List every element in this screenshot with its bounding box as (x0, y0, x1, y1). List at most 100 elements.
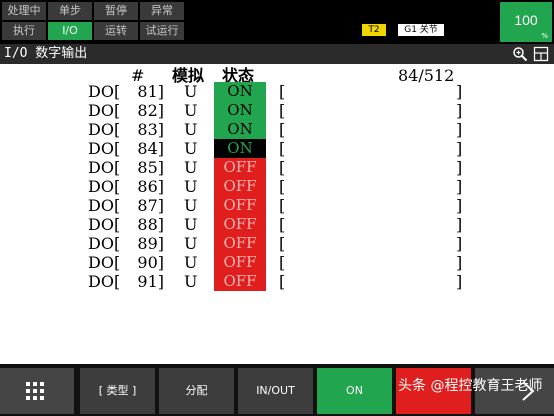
status-bar: 处理中 单步 暂停 异常 执行 I/O 运转 试运行 T2 G1 关节 100 … (0, 0, 554, 44)
menu-button[interactable] (0, 368, 74, 414)
comment-close-bracket: ] (456, 253, 463, 272)
io-number: 89] (137, 234, 164, 253)
io-prefix: DO[ (88, 196, 121, 215)
io-sim-flag: U (184, 82, 198, 101)
io-state-cell[interactable]: OFF (214, 158, 266, 177)
io-prefix: DO[ (88, 139, 121, 158)
comment-open-bracket: [ (279, 272, 286, 291)
comment-close-bracket: ] (456, 158, 463, 177)
in-out-button[interactable]: IN/OUT (238, 368, 313, 414)
zoom-icon[interactable] (512, 46, 528, 62)
override-unit: % (541, 32, 548, 40)
io-row[interactable]: DO[90] U OFF [] (0, 253, 554, 272)
io-prefix: DO[ (88, 253, 121, 272)
comment-close-bracket: ] (456, 272, 463, 291)
io-number: 88] (137, 215, 164, 234)
io-state-cell[interactable]: OFF (214, 177, 266, 196)
io-number: 90] (137, 253, 164, 272)
io-sim-flag: U (184, 120, 198, 139)
io-number: 91] (137, 272, 164, 291)
comment-open-bracket: [ (279, 234, 286, 253)
mode-badge: T2 (362, 24, 386, 36)
io-prefix: DO[ (88, 177, 121, 196)
io-row[interactable]: DO[ 86] U OFF [] (0, 177, 554, 196)
comment-close-bracket: ] (456, 101, 463, 120)
io-state-cell[interactable]: OFF (214, 234, 266, 253)
type-button[interactable]: [ 类型 ] (80, 368, 155, 414)
status-run: 执行 (2, 22, 46, 40)
io-row[interactable]: DO[ 89] U OFF [] (0, 234, 554, 253)
io-state-cell[interactable]: ON (214, 139, 266, 158)
io-state-cell[interactable]: OFF (214, 272, 266, 291)
io-sim-flag: U (184, 101, 198, 120)
io-number: 81] (137, 82, 164, 101)
speed-override-button[interactable]: 100 % (500, 2, 552, 42)
comment-open-bracket: [ (279, 177, 286, 196)
status-test-cycle: 试运行 (140, 22, 184, 40)
comment-open-bracket: [ (279, 120, 286, 139)
io-sim-flag: U (184, 234, 198, 253)
io-row[interactable]: DO[ 85] U OFF [] (0, 158, 554, 177)
comment-close-bracket: ] (456, 215, 463, 234)
io-sim-flag: U (184, 139, 198, 158)
status-prod: 运转 (94, 22, 138, 40)
io-prefix: DO[ (88, 215, 121, 234)
comment-open-bracket: [ (279, 215, 286, 234)
comment-close-bracket: ] (456, 120, 463, 139)
io-row[interactable]: DO[84] U ON [] (0, 139, 554, 158)
io-number: 82] (137, 101, 164, 120)
group-coord-badge: G1 关节 (398, 24, 444, 36)
io-row[interactable]: DO[ 88] U OFF [] (0, 215, 554, 234)
io-state-cell[interactable]: ON (214, 82, 266, 101)
grid-icon (26, 382, 44, 400)
io-state-cell[interactable]: OFF (214, 215, 266, 234)
assign-button[interactable]: 分配 (159, 368, 234, 414)
io-sim-flag: U (184, 158, 198, 177)
io-number: 86] (137, 177, 164, 196)
io-row[interactable]: DO[ 91] U OFF [] (0, 272, 554, 291)
comment-close-bracket: ] (456, 177, 463, 196)
screen-title-bar: I/O 数字输出 (0, 44, 554, 64)
io-state-cell[interactable]: OFF (214, 196, 266, 215)
io-sim-flag: U (184, 196, 198, 215)
status-hold: 暂停 (94, 2, 138, 20)
comment-open-bracket: [ (279, 253, 286, 272)
io-state-cell[interactable]: OFF (214, 253, 266, 272)
io-number: 83] (137, 120, 164, 139)
watermark: 头条 @程控教育王老师 (398, 378, 543, 394)
comment-close-bracket: ] (456, 82, 463, 101)
io-state-cell[interactable]: ON (214, 120, 266, 139)
io-row[interactable]: DO[82] U ON [] (0, 101, 554, 120)
io-state-cell[interactable]: ON (214, 101, 266, 120)
comment-open-bracket: [ (279, 82, 286, 101)
io-row[interactable]: DO[ 87] U OFF [] (0, 196, 554, 215)
comment-close-bracket: ] (456, 139, 463, 158)
comment-close-bracket: ] (456, 234, 463, 253)
comment-open-bracket: [ (279, 158, 286, 177)
io-sim-flag: U (184, 215, 198, 234)
status-indicator-grid: 处理中 单步 暂停 异常 执行 I/O 运转 试运行 (2, 2, 184, 40)
io-sim-flag: U (184, 272, 198, 291)
io-number: 87] (137, 196, 164, 215)
comment-open-bracket: [ (279, 196, 286, 215)
page-title: I/O 数字输出 (4, 46, 88, 61)
io-prefix: DO[ (88, 120, 121, 139)
io-table: # 模拟 状态 84/512 DO[81] U ON[] DO[82] U ON[] DO[… (0, 64, 554, 364)
io-prefix: DO[ (88, 272, 121, 291)
status-fault: 异常 (140, 2, 184, 20)
io-row[interactable]: DO[ 81] U ON [] (0, 82, 554, 101)
io-prefix: DO[ (88, 158, 121, 177)
on-button[interactable]: ON (317, 368, 392, 414)
comment-open-bracket: [ (279, 139, 286, 158)
io-prefix: DO[ (88, 234, 121, 253)
io-number: 85] (137, 158, 164, 177)
window-layout-icon[interactable] (533, 46, 549, 62)
io-row[interactable]: DO[ 83] U ON [] (0, 120, 554, 139)
override-value: 100 (514, 12, 538, 28)
status-io: I/O (48, 22, 92, 40)
status-processing: 处理中 (2, 2, 46, 20)
comment-close-bracket: ] (456, 196, 463, 215)
comment-open-bracket: [ (279, 101, 286, 120)
io-prefix: DO[ (88, 82, 121, 101)
io-sim-flag: U (184, 177, 198, 196)
